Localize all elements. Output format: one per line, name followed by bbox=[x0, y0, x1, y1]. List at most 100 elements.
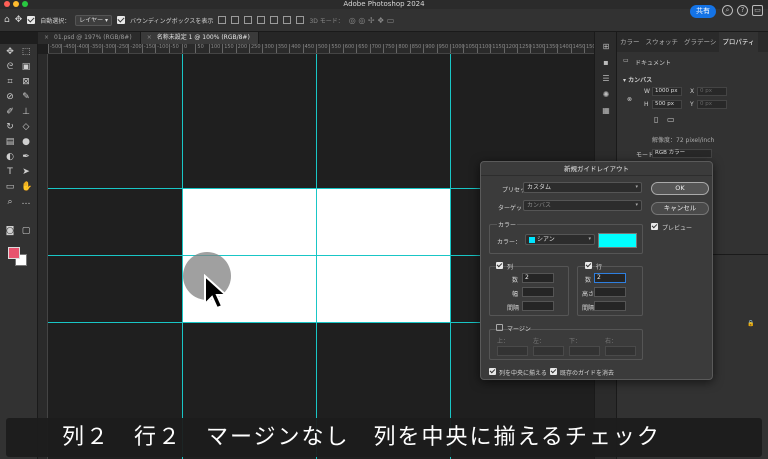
guide-vertical[interactable] bbox=[316, 54, 317, 459]
margin-left-input[interactable] bbox=[533, 346, 564, 356]
blur-tool-icon[interactable]: ● bbox=[21, 137, 31, 147]
tab-color[interactable]: カラー bbox=[617, 32, 643, 52]
brightness-panel-icon[interactable]: ✺ bbox=[601, 90, 611, 100]
crop-tool-icon[interactable]: ⌗ bbox=[5, 77, 15, 87]
rows-checkbox[interactable] bbox=[585, 262, 592, 269]
portrait-icon[interactable]: ▯ bbox=[654, 115, 658, 124]
color-swatch[interactable] bbox=[598, 233, 637, 248]
vertical-ruler bbox=[38, 54, 48, 459]
tab-swatches[interactable]: スウォッチ bbox=[643, 32, 682, 52]
columns-checkbox[interactable] bbox=[496, 262, 503, 269]
align-center-icon[interactable] bbox=[270, 16, 279, 24]
pen-tool-icon[interactable]: ✒ bbox=[21, 152, 31, 162]
columns-width-input[interactable] bbox=[522, 287, 554, 297]
rows-height-label: 高さ bbox=[582, 291, 595, 298]
target-select[interactable]: カンバス ▾ bbox=[523, 200, 642, 211]
align-middle-icon[interactable] bbox=[231, 16, 240, 24]
tab-properties[interactable]: プロパティ bbox=[719, 32, 758, 52]
rectangle-tool-icon[interactable]: ▭ bbox=[5, 182, 15, 192]
tab-untitled-1[interactable]: × 名称未設定 1 @ 100% (RGB/8#) bbox=[140, 32, 259, 44]
gradient-tool-icon[interactable]: ▤ bbox=[5, 137, 15, 147]
tab-gradients[interactable]: グラデーシ bbox=[681, 32, 719, 52]
preset-select[interactable]: カスタム ▾ bbox=[523, 182, 642, 193]
tab-01-psd[interactable]: × 01.psd @ 197% (RGB/8#) bbox=[38, 32, 141, 44]
lock-icon[interactable]: 🔒 bbox=[747, 320, 754, 327]
auto-select-label: 自動選択： bbox=[40, 17, 71, 25]
history-brush-icon[interactable]: ↻ bbox=[5, 122, 15, 132]
align-buttons bbox=[218, 16, 305, 24]
clear-existing-checkbox[interactable] bbox=[550, 368, 557, 375]
margin-top-input[interactable] bbox=[497, 346, 528, 356]
rows-gutter-input[interactable] bbox=[594, 301, 626, 311]
color-select[interactable]: シアン ▾ bbox=[525, 234, 595, 245]
preview-checkbox[interactable] bbox=[651, 223, 658, 230]
cancel-button[interactable]: キャンセル bbox=[651, 202, 709, 215]
align-right-icon[interactable] bbox=[283, 16, 292, 24]
canvas-height-input[interactable]: 500 px bbox=[652, 100, 682, 109]
workspace-icon[interactable]: ▭ bbox=[752, 5, 763, 16]
screen-mode-icon[interactable]: ▢ bbox=[21, 226, 31, 236]
brush-tool-icon[interactable]: ✐ bbox=[5, 107, 15, 117]
dodge-tool-icon[interactable]: ◐ bbox=[5, 152, 15, 162]
history-panel-icon[interactable]: ⊞ bbox=[601, 42, 611, 52]
orbit-3d-icon[interactable]: ◎ ◎ ✢ ❖ ▭ bbox=[349, 16, 395, 25]
canvas-x-input[interactable]: 0 px bbox=[697, 87, 727, 96]
comments-panel-icon[interactable]: ▪ bbox=[601, 58, 611, 68]
align-bottom-icon[interactable] bbox=[244, 16, 253, 24]
move-tool-icon[interactable]: ✥ bbox=[5, 47, 15, 57]
eraser-tool-icon[interactable]: ◇ bbox=[21, 122, 31, 132]
lasso-tool-icon[interactable]: ᘓ bbox=[5, 62, 15, 72]
share-button[interactable]: 共有 bbox=[690, 5, 716, 18]
stamp-tool-icon[interactable]: ⊥ bbox=[21, 107, 31, 117]
type-tool-icon[interactable]: T bbox=[5, 167, 15, 177]
columns-number-input[interactable]: 2 bbox=[522, 273, 554, 283]
artboard-tool-icon[interactable]: ⬚ bbox=[21, 47, 31, 57]
align-top-icon[interactable] bbox=[218, 16, 227, 24]
close-tab-icon[interactable]: × bbox=[44, 34, 49, 41]
path-select-icon[interactable]: ➤ bbox=[21, 167, 31, 177]
landscape-icon[interactable]: ▭ bbox=[667, 115, 675, 124]
ruler-tick: 500 bbox=[316, 44, 328, 53]
adjustments-panel-icon[interactable]: ▦ bbox=[601, 106, 611, 116]
quick-mask-icon[interactable]: ◙ bbox=[5, 226, 15, 236]
move-tool-icon[interactable]: ✥ bbox=[15, 15, 23, 25]
align-left-icon[interactable] bbox=[257, 16, 266, 24]
guide-vertical[interactable] bbox=[450, 54, 451, 459]
rows-height-input[interactable] bbox=[594, 287, 626, 297]
auto-select-target-select[interactable]: レイヤー ▾ bbox=[75, 14, 113, 26]
ruler-tool-icon[interactable]: ✎ bbox=[21, 92, 31, 102]
close-tab-icon[interactable]: × bbox=[147, 34, 152, 41]
eyedropper-tool-icon[interactable]: ⊘ bbox=[5, 92, 15, 102]
rows-number-input[interactable]: 2 bbox=[594, 273, 626, 283]
margin-checkbox[interactable] bbox=[496, 324, 503, 331]
ruler-tick: 950 bbox=[436, 44, 448, 53]
columns-gutter-input[interactable] bbox=[522, 301, 554, 311]
close-window-button[interactable] bbox=[4, 1, 10, 7]
zoom-window-button[interactable] bbox=[22, 1, 28, 7]
frame-tool-icon[interactable]: ⊠ bbox=[21, 77, 31, 87]
ok-button[interactable]: OK bbox=[651, 182, 709, 195]
guide-vertical[interactable] bbox=[182, 54, 183, 459]
mode-select[interactable]: RGB カラー bbox=[652, 149, 712, 158]
more-options-icon[interactable] bbox=[296, 16, 305, 24]
hand-tool-icon[interactable]: ✋ bbox=[21, 182, 32, 192]
object-select-icon[interactable]: ▣ bbox=[21, 62, 31, 72]
more-tools-icon[interactable]: … bbox=[21, 197, 31, 207]
minimize-window-button[interactable] bbox=[13, 1, 19, 7]
search-icon[interactable]: ⌕ bbox=[722, 5, 733, 16]
canvas-width-input[interactable]: 1000 px bbox=[652, 87, 682, 96]
actions-panel-icon[interactable]: ☰ bbox=[601, 74, 611, 84]
link-icon[interactable]: ⊗ bbox=[627, 96, 632, 103]
canvas-y-input[interactable]: 0 px bbox=[697, 100, 727, 109]
help-icon[interactable]: ? bbox=[737, 5, 748, 16]
canvas-section-title[interactable]: ▾ カンバス bbox=[623, 75, 652, 84]
margin-bottom-input[interactable] bbox=[569, 346, 600, 356]
show-bbox-checkbox[interactable] bbox=[117, 16, 126, 24]
title-bar: Adobe Photoshop 2024 bbox=[0, 0, 768, 9]
zoom-tool-icon[interactable]: ⌕ bbox=[5, 197, 15, 207]
center-columns-checkbox[interactable] bbox=[489, 368, 496, 375]
auto-select-checkbox[interactable] bbox=[27, 16, 36, 24]
margin-right-input[interactable] bbox=[605, 346, 636, 356]
home-icon[interactable]: ⌂ bbox=[4, 15, 10, 25]
foreground-color-swatch[interactable] bbox=[8, 247, 20, 259]
